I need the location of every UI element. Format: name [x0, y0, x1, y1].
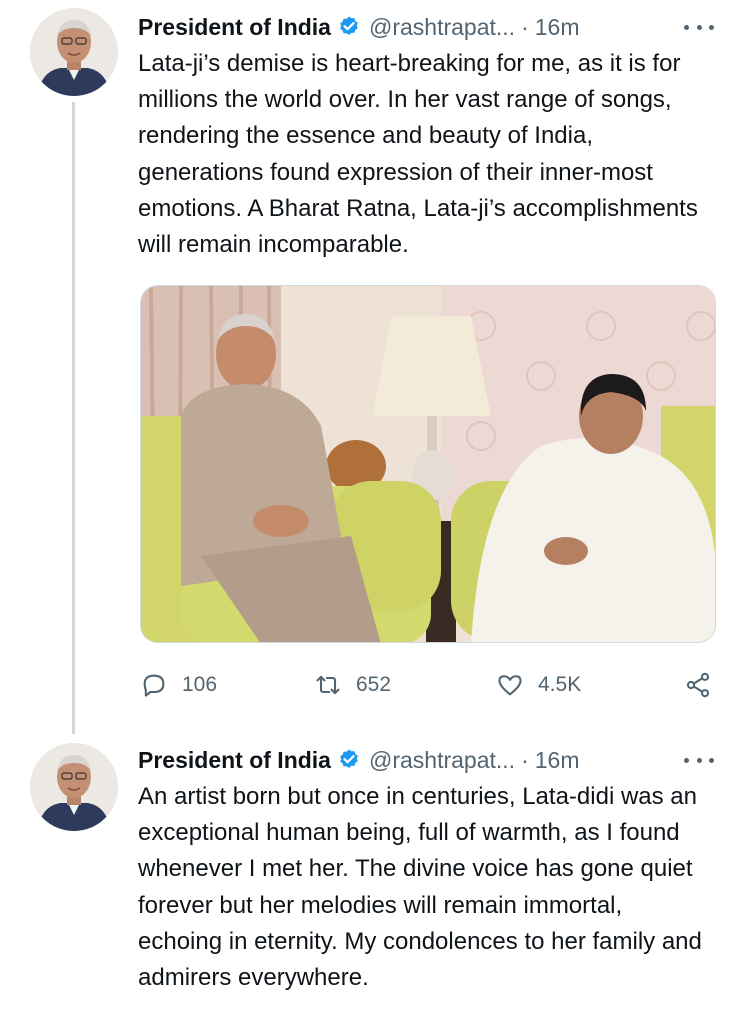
- tweet[interactable]: President of India @rashtrapat... · 16m …: [0, 735, 746, 1024]
- author-name[interactable]: President of India: [138, 747, 331, 774]
- more-icon[interactable]: [682, 745, 716, 775]
- timestamp[interactable]: 16m: [535, 747, 580, 774]
- tweet-text: Lata-ji’s demise is heart-breaking for m…: [138, 50, 698, 259]
- reply-icon: [143, 674, 165, 697]
- retweet-button[interactable]: 652: [314, 668, 391, 702]
- author-handle[interactable]: @rashtrapat...: [369, 747, 515, 774]
- like-count: 4.5K: [538, 673, 582, 696]
- retweet-icon: [316, 675, 340, 695]
- separator: ·: [521, 13, 529, 40]
- separator: ·: [521, 746, 529, 773]
- avatar[interactable]: [30, 743, 118, 831]
- like-button[interactable]: 4.5K: [496, 668, 581, 702]
- retweet-count: 652: [356, 673, 392, 696]
- tweet-header: President of India @rashtrapat... · 16m: [138, 743, 716, 777]
- share-icon: [686, 672, 710, 698]
- timestamp[interactable]: 16m: [535, 14, 580, 41]
- thread-line: [72, 102, 75, 734]
- reply-button[interactable]: 106: [140, 668, 217, 702]
- author-name[interactable]: President of India: [138, 14, 331, 41]
- share-button[interactable]: [684, 668, 712, 702]
- tweet-header: President of India @rashtrapat... · 16m: [138, 10, 716, 44]
- tweet-photo[interactable]: [140, 285, 716, 643]
- verified-badge-icon: [340, 16, 358, 35]
- verified-badge-icon: [340, 749, 358, 768]
- author-handle[interactable]: @rashtrapat...: [369, 14, 515, 41]
- like-icon: [498, 675, 522, 696]
- avatar[interactable]: [30, 8, 118, 96]
- tweet-actions: 106 652 4.5K: [140, 668, 716, 702]
- tweet-text: An artist born but once in centuries, La…: [138, 783, 702, 992]
- tweet[interactable]: President of India @rashtrapat... · 16m …: [0, 0, 746, 735]
- reply-count: 106: [182, 673, 218, 696]
- more-icon[interactable]: [682, 12, 716, 42]
